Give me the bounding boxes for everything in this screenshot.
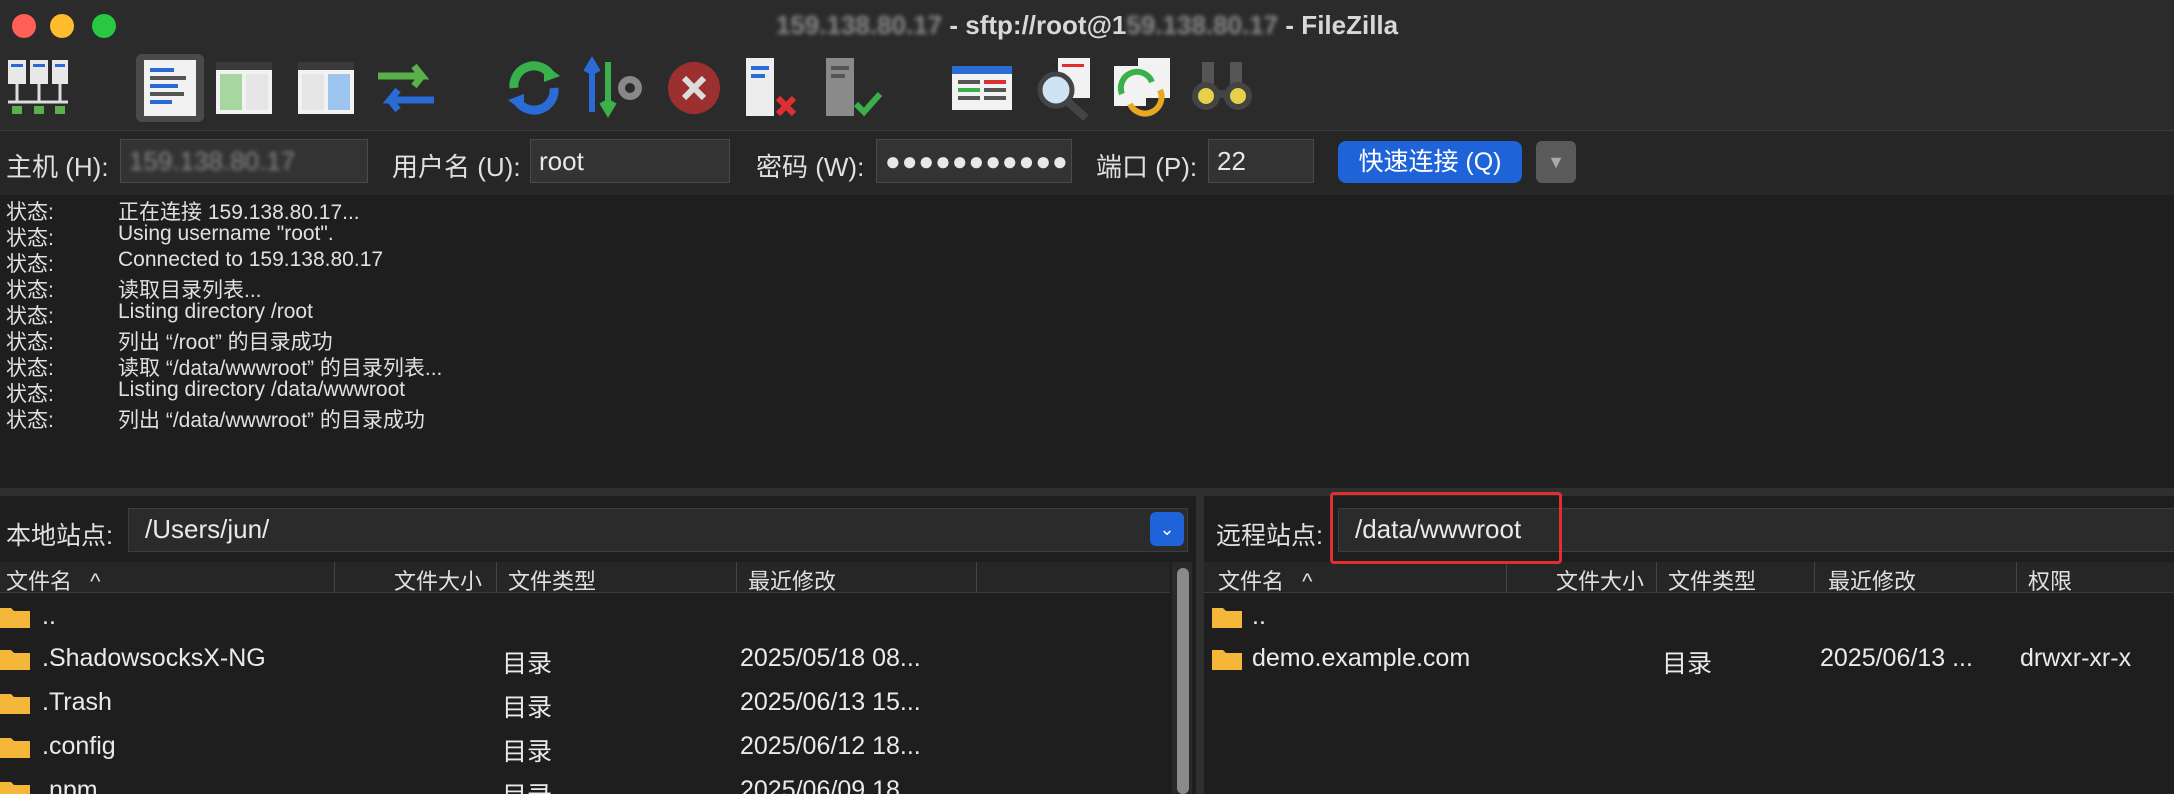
filter-settings-icon[interactable] xyxy=(580,54,648,122)
reconnect-icon[interactable] xyxy=(820,54,888,122)
message-log[interactable]: 状态: 正在连接 159.138.80.17... 状态: Using userna… xyxy=(0,196,2174,488)
remote-tree-icon[interactable] xyxy=(292,54,360,122)
local-file-header: 文件名 ^ 文件大小 文件类型 最近修改 xyxy=(0,562,1170,596)
file-row[interactable]: .config 目录 2025/06/12 18... xyxy=(0,726,1170,768)
file-row[interactable]: .. xyxy=(1204,596,2174,638)
folder-icon xyxy=(0,782,30,794)
column-filesize[interactable]: 文件大小 xyxy=(394,564,482,596)
local-tree-icon[interactable] xyxy=(210,54,278,122)
remote-site-label: 远程站点: xyxy=(1216,522,1323,550)
quickconnect-history-dropdown[interactable]: ▼ xyxy=(1536,141,1576,183)
file-row[interactable]: .npm 目录 2025/06/09 18... xyxy=(0,770,1170,794)
column-filename[interactable]: 文件名 ^ xyxy=(1218,564,1312,596)
column-permissions[interactable]: 权限 xyxy=(2028,564,2072,596)
disconnect-icon[interactable] xyxy=(740,54,808,122)
column-modified[interactable]: 最近修改 xyxy=(1828,564,1916,596)
password-label: 密码 (W): xyxy=(756,152,865,182)
host-label: 主机 (H): xyxy=(6,152,109,182)
folder-icon xyxy=(0,608,30,628)
port-label: 端口 (P): xyxy=(1096,152,1198,182)
username-input[interactable]: root xyxy=(530,139,730,183)
folder-icon xyxy=(0,738,30,758)
refresh-icon[interactable] xyxy=(500,54,568,122)
cancel-icon[interactable] xyxy=(660,54,728,122)
sort-ascending-icon: ^ xyxy=(90,569,101,594)
main-toolbar xyxy=(0,50,2174,131)
file-row[interactable]: .Trash 目录 2025/06/13 15... xyxy=(0,682,1170,724)
quickconnect-bar: 主机 (H): 159.138.80.17 用户名 (U): root 密码 (… xyxy=(0,131,2174,195)
folder-icon xyxy=(1212,650,1242,670)
local-scrollbar[interactable] xyxy=(1172,562,1192,794)
title-bar: 159.138.80.17 - sftp://root@159.138.80.1… xyxy=(0,0,2174,50)
transfer-queue-icon[interactable] xyxy=(372,54,440,122)
window-title: 159.138.80.17 - sftp://root@159.138.80.1… xyxy=(775,10,1399,40)
find-icon[interactable] xyxy=(1188,54,1256,122)
remote-file-header: 文件名 ^ 文件大小 文件类型 最近修改 权限 xyxy=(1204,562,2174,596)
column-filename[interactable]: 文件名 ^ xyxy=(6,564,100,596)
message-log-icon[interactable] xyxy=(136,54,204,122)
password-input[interactable]: ●●●●●●●●●●●●●● xyxy=(876,139,1072,183)
folder-icon xyxy=(0,650,30,670)
folder-icon xyxy=(0,694,30,714)
file-row[interactable]: demo.example.com 目录 2025/06/13 ... drwxr… xyxy=(1204,638,2174,680)
column-filetype[interactable]: 文件类型 xyxy=(508,564,596,596)
compare-icon[interactable] xyxy=(948,54,1016,122)
column-filetype[interactable]: 文件类型 xyxy=(1668,564,1756,596)
scrollbar-thumb[interactable] xyxy=(1177,568,1189,794)
username-label: 用户名 (U): xyxy=(392,152,521,182)
search-icon[interactable] xyxy=(1028,54,1096,122)
local-path-dropdown[interactable]: ⌄ xyxy=(1150,512,1184,546)
local-path-input[interactable]: /Users/jun/ xyxy=(128,508,1188,552)
pane-splitter[interactable] xyxy=(1196,496,1204,794)
quickconnect-button[interactable]: 快速连接 (Q) xyxy=(1338,141,1522,183)
local-site-label: 本地站点: xyxy=(6,522,113,550)
sync-browse-icon[interactable] xyxy=(1108,54,1176,122)
folder-icon xyxy=(1212,608,1242,628)
port-input[interactable]: 22 xyxy=(1208,139,1314,183)
column-modified[interactable]: 最近修改 xyxy=(748,564,836,596)
annotation-highlight-box xyxy=(1330,492,1562,564)
file-row[interactable]: .. xyxy=(0,596,1170,638)
column-filesize[interactable]: 文件大小 xyxy=(1556,564,1644,596)
file-row[interactable]: .ShadowsocksX-NG 目录 2025/05/18 08... xyxy=(0,638,1170,680)
local-pane: 本地站点: /Users/jun/ ⌄ 文件名 ^ 文件大小 文件类型 最近修改… xyxy=(0,496,1196,794)
site-manager-icon[interactable] xyxy=(4,54,72,122)
host-input[interactable]: 159.138.80.17 xyxy=(120,139,368,183)
sort-ascending-icon: ^ xyxy=(1302,569,1313,594)
log-splitter[interactable] xyxy=(0,488,2174,496)
